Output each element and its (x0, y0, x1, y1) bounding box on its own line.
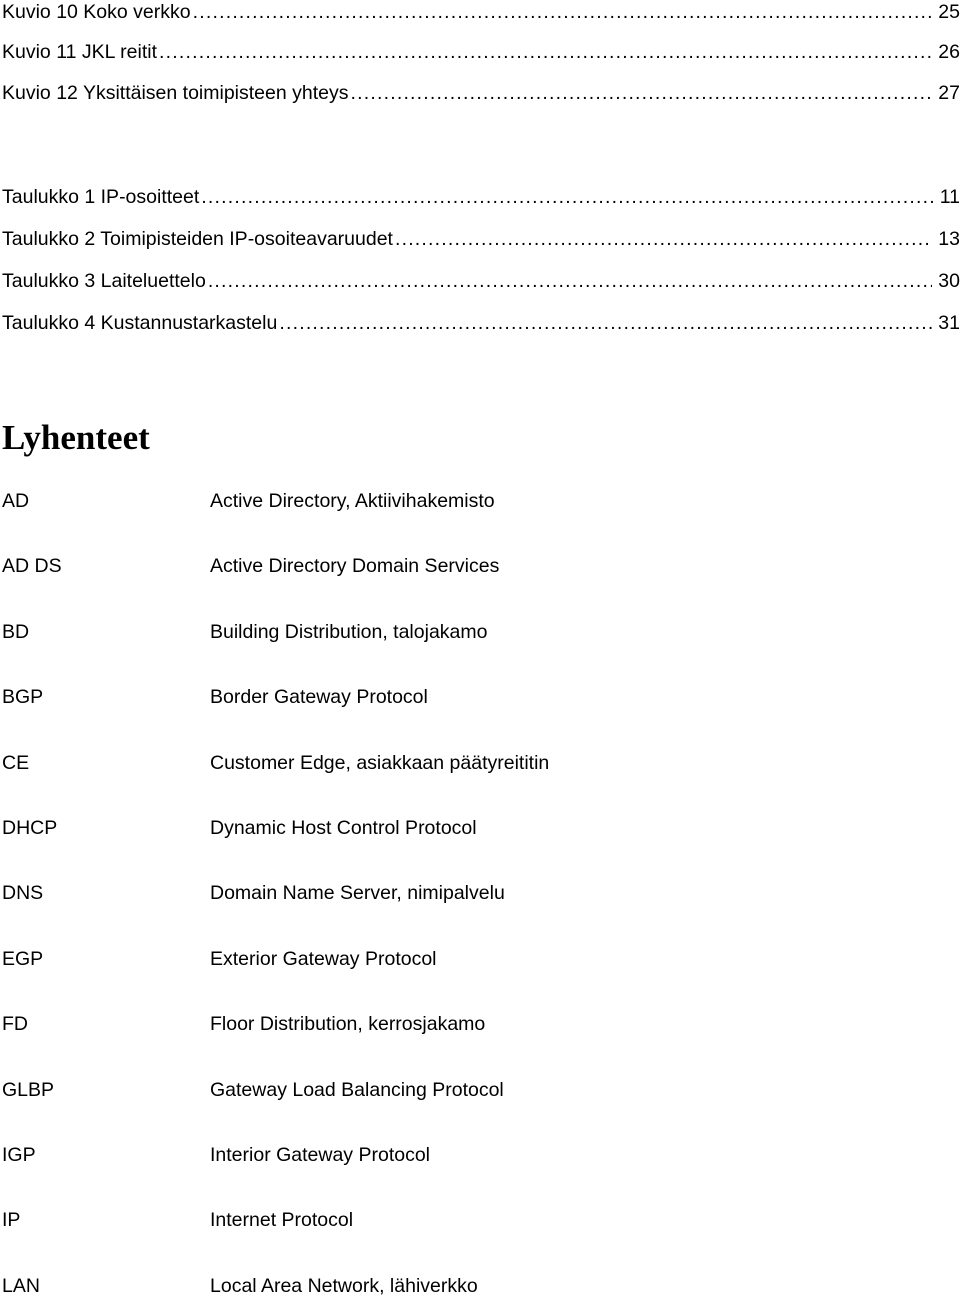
abbreviation-row: EGP Exterior Gateway Protocol (2, 944, 952, 974)
abbreviations-heading: Lyhenteet (2, 418, 150, 457)
abbreviation-row: GLBP Gateway Load Balancing Protocol (2, 1075, 952, 1105)
dot-leader (395, 226, 932, 252)
toc-entry-table[interactable]: Taulukko 1 IP-osoitteet 11 (2, 184, 960, 210)
dot-leader (279, 310, 932, 336)
toc-entry-figure[interactable]: Kuvio 12 Yksittäisen toimipisteen yhteys… (2, 80, 960, 106)
toc-entry-table[interactable]: Taulukko 2 Toimipisteiden IP-osoiteavaru… (2, 226, 960, 252)
toc-entry-title: Taulukko 4 Kustannustarkastelu (2, 312, 278, 334)
toc-entry-page: 31 (938, 312, 960, 334)
abbreviation-term: EGP (2, 948, 44, 970)
toc-entry-title: Taulukko 3 Laiteluettelo (2, 270, 206, 292)
toc-entry-title: Kuvio 11 JKL reitit (2, 41, 157, 63)
toc-entry-page: 25 (938, 1, 960, 23)
abbreviation-definition: Active Directory, Aktiivihakemisto (210, 490, 495, 512)
abbreviation-row: AD DS Active Directory Domain Services (2, 551, 952, 581)
abbreviation-term: IP (2, 1209, 21, 1231)
dot-leader (208, 268, 932, 294)
toc-entry-title: Taulukko 2 Toimipisteiden IP-osoiteavaru… (2, 228, 393, 250)
abbreviation-term: BD (2, 621, 30, 643)
toc-entry-table[interactable]: Taulukko 4 Kustannustarkastelu 31 (2, 310, 960, 336)
toc-entry-page: 13 (938, 228, 960, 250)
toc-entry-title: Kuvio 10 Koko verkko (2, 1, 191, 23)
abbreviation-definition: Local Area Network, lähiverkko (210, 1275, 478, 1297)
abbreviation-row: IGP Interior Gateway Protocol (2, 1140, 952, 1170)
abbreviation-definition: Gateway Load Balancing Protocol (210, 1079, 504, 1101)
abbreviation-term: BGP (2, 686, 44, 708)
toc-entry-page: 11 (939, 186, 960, 208)
abbreviation-row: AD Active Directory, Aktiivihakemisto (2, 486, 952, 516)
abbreviation-term: DHCP (2, 817, 58, 839)
abbreviation-definition: Customer Edge, asiakkaan päätyreititin (210, 752, 550, 774)
abbreviation-term: DNS (2, 882, 44, 904)
abbreviation-row: BD Building Distribution, talojakamo (2, 617, 952, 647)
abbreviation-definition: Building Distribution, talojakamo (210, 621, 488, 643)
abbreviation-definition: Interior Gateway Protocol (210, 1144, 431, 1166)
abbreviation-row: CE Customer Edge, asiakkaan päätyreititi… (2, 748, 952, 778)
abbreviation-definition: Border Gateway Protocol (210, 686, 428, 708)
abbreviation-term: AD (2, 490, 30, 512)
toc-entry-title: Taulukko 1 IP-osoitteet (2, 186, 200, 208)
abbreviation-row: DHCP Dynamic Host Control Protocol (2, 813, 952, 843)
toc-entry-page: 27 (938, 82, 960, 104)
toc-entry-figure[interactable]: Kuvio 10 Koko verkko 25 (2, 0, 960, 25)
abbreviation-row: IP Internet Protocol (2, 1205, 952, 1235)
abbreviation-definition: Internet Protocol (210, 1209, 354, 1231)
dot-leader (193, 0, 933, 25)
abbreviation-definition: Active Directory Domain Services (210, 555, 500, 577)
abbreviation-definition: Exterior Gateway Protocol (210, 948, 437, 970)
abbreviation-row: BGP Border Gateway Protocol (2, 682, 952, 712)
toc-entry-figure[interactable]: Kuvio 11 JKL reitit 26 (2, 39, 960, 65)
abbreviation-definition: Dynamic Host Control Protocol (210, 817, 477, 839)
abbreviation-row: DNS Domain Name Server, nimipalvelu (2, 878, 952, 908)
abbreviation-row: FD Floor Distribution, kerrosjakamo (2, 1009, 952, 1039)
toc-entry-page: 30 (938, 270, 960, 292)
toc-entry-title: Kuvio 12 Yksittäisen toimipisteen yhteys (2, 82, 349, 104)
abbreviation-term: AD DS (2, 555, 62, 577)
abbreviation-term: CE (2, 752, 30, 774)
abbreviation-definition: Floor Distribution, kerrosjakamo (210, 1013, 486, 1035)
abbreviation-definition: Domain Name Server, nimipalvelu (210, 882, 505, 904)
toc-entry-table[interactable]: Taulukko 3 Laiteluettelo 30 (2, 268, 960, 294)
toc-entry-page: 26 (938, 41, 960, 63)
dot-leader (201, 184, 933, 210)
abbreviation-term: IGP (2, 1144, 36, 1166)
abbreviation-term: LAN (2, 1275, 40, 1297)
dot-leader (159, 39, 932, 65)
dot-leader (351, 80, 933, 106)
abbreviation-term: FD (2, 1013, 28, 1035)
abbreviation-term: GLBP (2, 1079, 55, 1101)
abbreviation-row: LAN Local Area Network, lähiverkko (2, 1271, 952, 1301)
